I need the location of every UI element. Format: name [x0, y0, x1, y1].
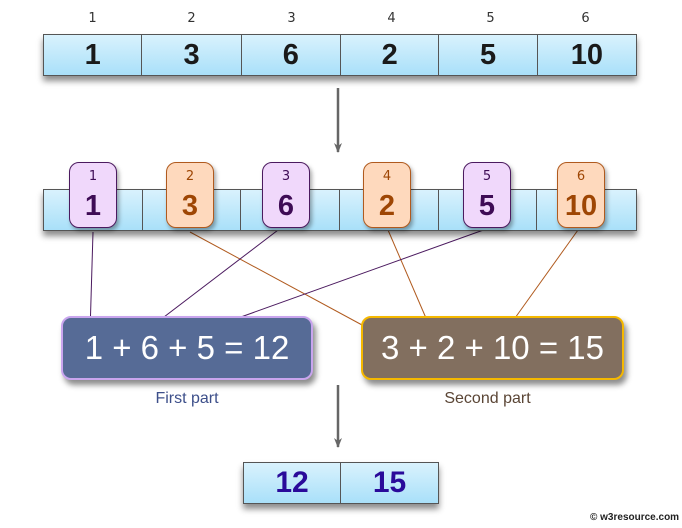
card-index: 2	[185, 169, 195, 184]
result-cell: 12	[244, 463, 341, 503]
first-part-sum: 1 + 6 + 5 = 12	[61, 316, 313, 380]
card-index: 3	[281, 169, 291, 184]
connector-lines	[86, 88, 579, 448]
element-card-even: 2 3	[166, 162, 214, 228]
card-index: 4	[382, 169, 392, 184]
element-card-even: 4 2	[363, 162, 411, 228]
result-array: 12 15	[243, 462, 439, 504]
card-index: 1	[88, 169, 98, 184]
second-part-caption: Second part	[444, 390, 531, 407]
card-value: 10	[564, 190, 598, 222]
card-value: 1	[84, 190, 102, 222]
card-value: 3	[181, 190, 199, 222]
card-index: 5	[482, 169, 492, 184]
element-card-odd: 3 6	[262, 162, 310, 228]
card-value: 2	[378, 190, 396, 222]
element-card-odd: 1 1	[69, 162, 117, 228]
card-value: 5	[478, 190, 496, 222]
second-part-sum: 3 + 2 + 10 = 15	[361, 316, 624, 380]
result-cell: 15	[341, 463, 438, 503]
split-array	[43, 189, 637, 231]
element-card-odd: 5 5	[463, 162, 511, 228]
card-value: 6	[277, 190, 295, 222]
element-card-even: 6 10	[557, 162, 605, 228]
watermark: © w3resource.com	[590, 512, 680, 523]
first-part-caption: First part	[155, 390, 219, 407]
card-index: 6	[576, 169, 586, 184]
